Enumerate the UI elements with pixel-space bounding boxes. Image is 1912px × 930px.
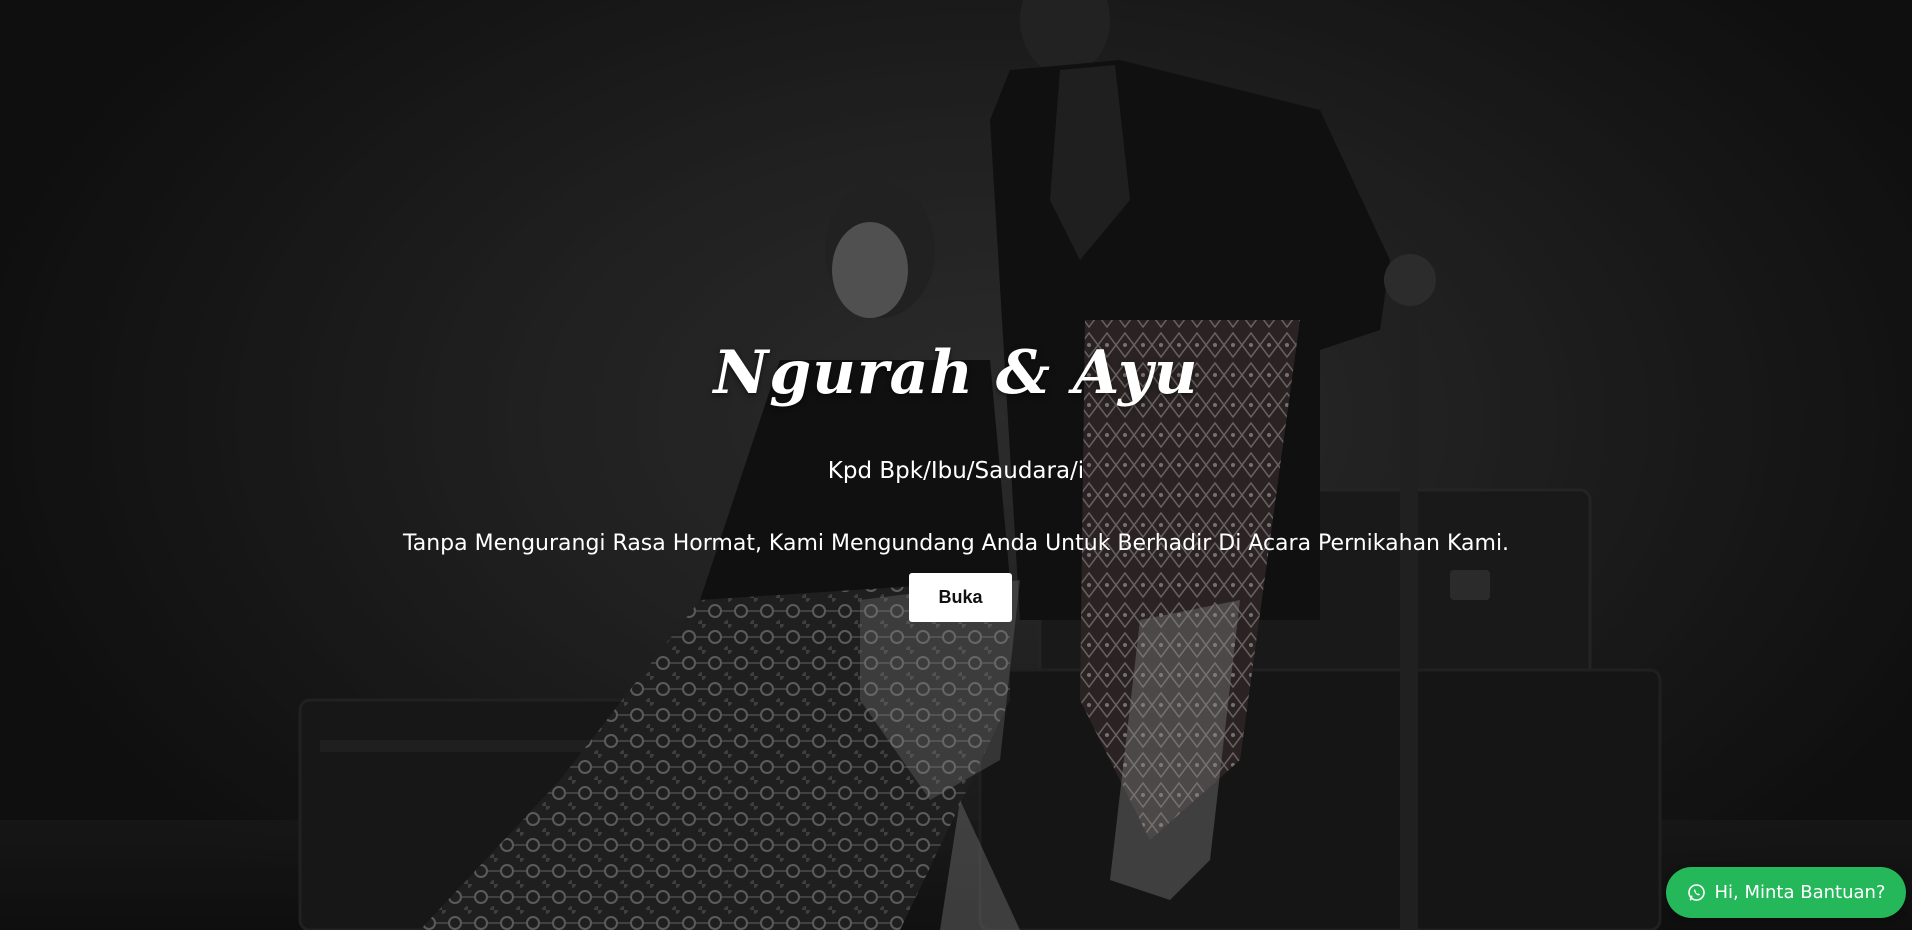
invitation-text: Tanpa Mengurangi Rasa Hormat, Kami Mengu…	[402, 531, 1510, 556]
recipient-line: Kpd Bpk/Ibu/Saudara/i	[827, 458, 1085, 484]
help-chat-label: Hi, Minta Bantuan?	[1714, 882, 1886, 903]
open-invitation-button[interactable]: Buka	[909, 573, 1012, 622]
invitation-content: Ngurah & Ayu Kpd Bpk/Ibu/Saudara/i Tanpa…	[0, 0, 1912, 930]
hero-section: Ngurah & Ayu Kpd Bpk/Ibu/Saudara/i Tanpa…	[0, 0, 1912, 930]
whatsapp-icon	[1687, 884, 1705, 901]
couple-name-title: Ngurah & Ayu	[713, 338, 1199, 408]
help-chat-button[interactable]: Hi, Minta Bantuan?	[1666, 867, 1906, 918]
